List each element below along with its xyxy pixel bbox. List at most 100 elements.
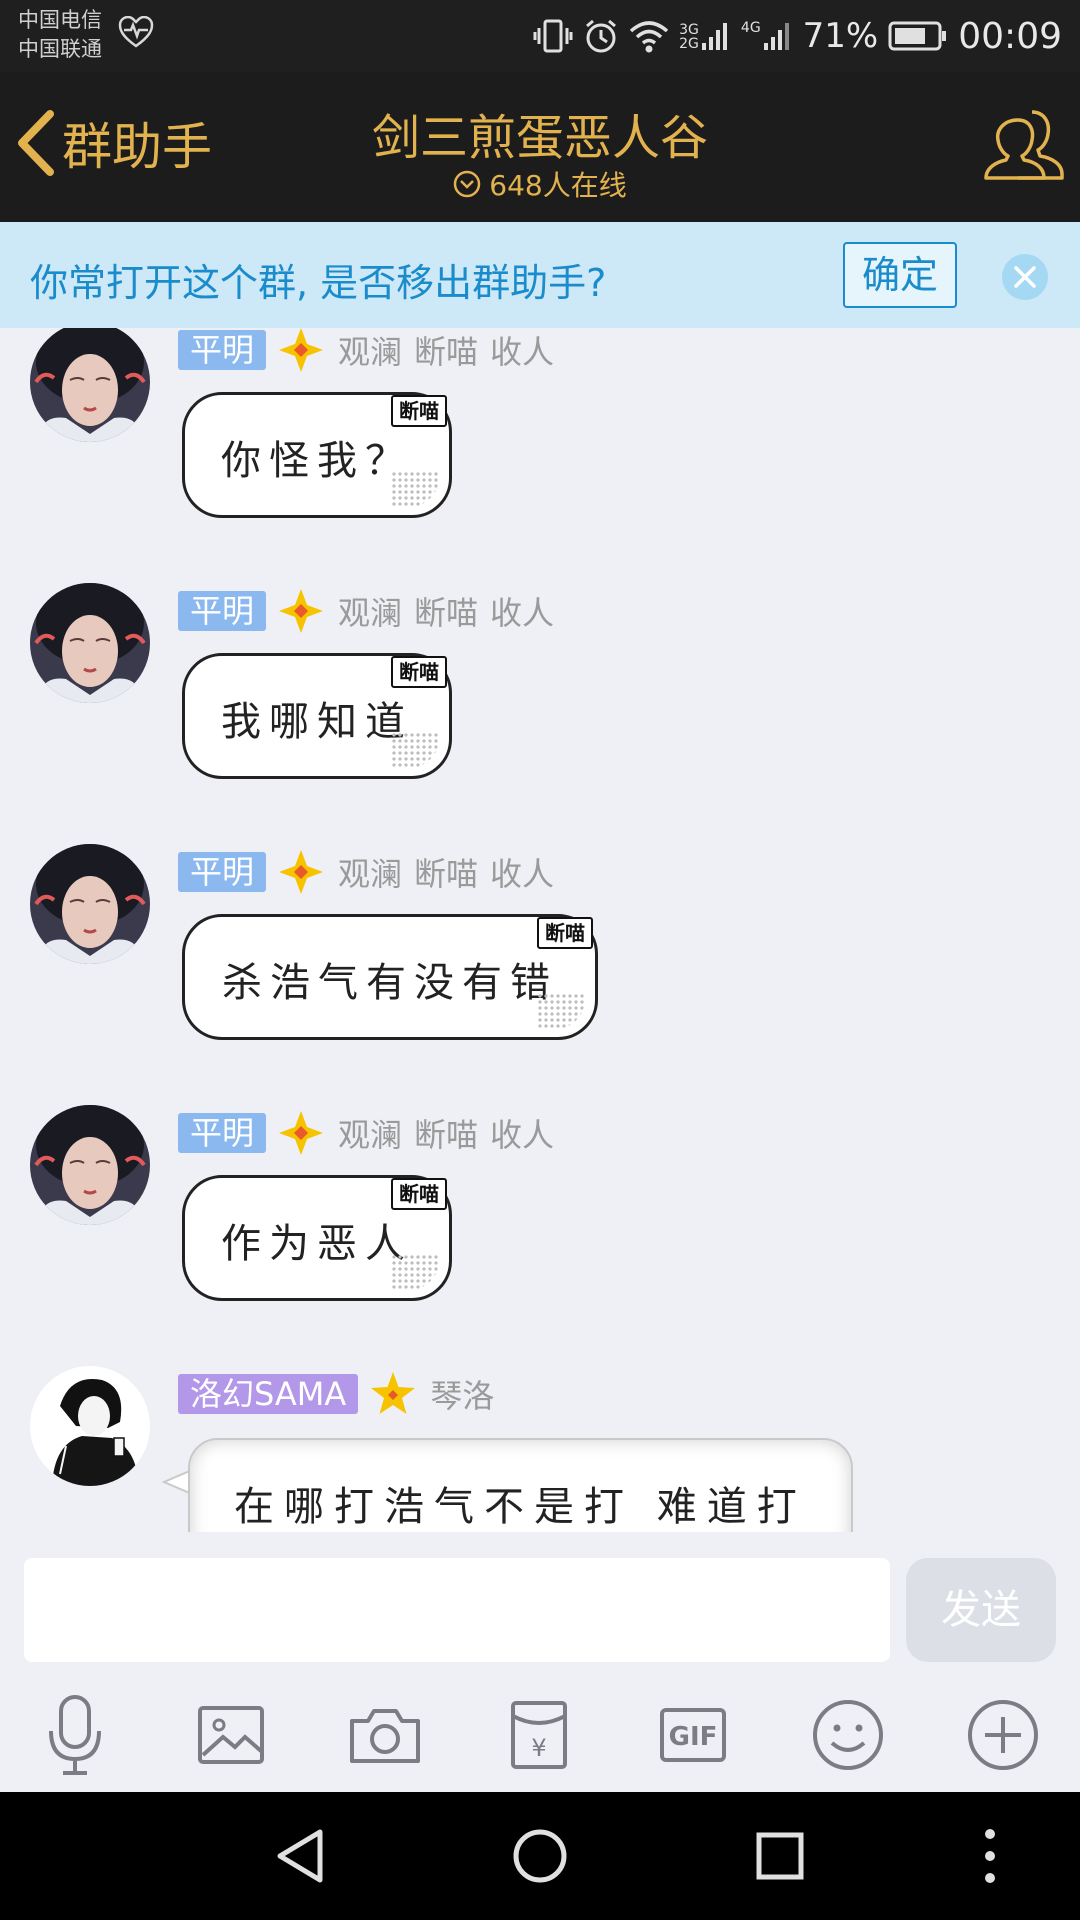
avatar[interactable]: [30, 583, 150, 703]
message-text: 杀浩气有没有错: [222, 960, 558, 1006]
signal-bars-icon: [763, 23, 789, 50]
message-input[interactable]: [24, 1558, 890, 1662]
member-title-badge: 平明: [178, 1113, 267, 1153]
group-members-icon: [984, 110, 1064, 180]
avatar-image: [30, 844, 150, 964]
member-tag: 观澜: [338, 855, 403, 893]
more-vertical-icon: [985, 1829, 995, 1883]
sender-meta: 平明 观澜 断喵 收人: [178, 328, 554, 372]
yen-symbol: ¥: [531, 1734, 546, 1762]
nav-back-button[interactable]: [270, 1826, 330, 1886]
bubble-badge: 断喵: [391, 1178, 447, 1210]
smiley-icon: [813, 1700, 883, 1770]
camera-icon: [350, 1709, 420, 1763]
status-icons: 3G 2G 4G 71% 00:09: [533, 12, 1062, 60]
gif-icon: GIF: [660, 1708, 726, 1762]
member-tag: 断喵: [414, 333, 479, 371]
net-4g-label: 4G: [740, 20, 761, 36]
red-packet-button[interactable]: ¥: [494, 1690, 584, 1780]
bubble-badge: 断喵: [391, 395, 447, 427]
sender-meta: 平明 观澜 断喵 收人: [178, 1111, 554, 1155]
sender-meta: 平明 观澜 断喵 收人: [178, 850, 554, 894]
plus-circle-icon: [968, 1700, 1038, 1770]
star-medal-icon: [279, 1111, 324, 1155]
message-bubble[interactable]: 作为恶人 断喵: [182, 1175, 452, 1301]
carrier-name-1: 中国电信: [18, 8, 102, 32]
chevron-down-circle-icon: [454, 170, 481, 198]
star-medal-icon: [279, 850, 324, 894]
message-list[interactable]: 平明 观澜 断喵 收人 你怪我？ 断喵 平明 观澜 断喵 收人 我哪知道 断喵 …: [0, 328, 1080, 1532]
nav-home-button[interactable]: [510, 1826, 570, 1886]
gif-label: GIF: [669, 1722, 718, 1752]
member-tag: 断喵: [414, 594, 479, 632]
sender-meta: 洛幻SAMA 琴洛: [178, 1372, 494, 1416]
input-bar: 发送 ¥ GIF: [0, 1532, 1080, 1792]
member-title-badge: 洛幻SAMA: [178, 1374, 359, 1414]
red-packet-icon: ¥: [511, 1701, 567, 1769]
wifi-icon: [629, 21, 669, 53]
avatar-image: [30, 1366, 150, 1486]
notice-close-button[interactable]: [1002, 254, 1048, 300]
avatar[interactable]: [30, 844, 150, 964]
member-tag: 收人: [490, 1116, 555, 1154]
circle-home-icon: [513, 1829, 567, 1883]
image-icon: [198, 1706, 264, 1764]
avatar[interactable]: [30, 1366, 150, 1486]
bubble-badge: 断喵: [391, 656, 447, 688]
signal-bars-icon: [701, 23, 727, 50]
avatar[interactable]: [30, 1105, 150, 1225]
microphone-icon: [49, 1695, 101, 1775]
bubble-badge: 断喵: [537, 917, 593, 949]
alarm-icon: [586, 19, 617, 53]
image-button[interactable]: [186, 1690, 276, 1780]
message-bubble[interactable]: 你怪我？ 断喵: [182, 392, 452, 518]
member-tag: 断喵: [414, 855, 479, 893]
navigation-bar: [0, 1792, 1080, 1920]
member-tag: 观澜: [338, 333, 403, 371]
carrier-info: 中国电信 中国联通: [18, 6, 102, 64]
gif-button[interactable]: GIF: [648, 1690, 738, 1780]
avatar-image: [30, 583, 150, 703]
message-bubble[interactable]: 杀浩气有没有错 断喵: [182, 914, 598, 1040]
avatar-image: [30, 328, 150, 442]
member-tag: 收人: [490, 333, 555, 371]
member-title-badge: 平明: [178, 591, 267, 631]
clock: 00:09: [958, 15, 1062, 57]
net-2g-label: 2G: [679, 36, 699, 52]
status-bar: 中国电信 中国联通 3G 2G 4G 71% 00:09: [0, 0, 1080, 72]
toolbar: ¥ GIF: [0, 1690, 1080, 1780]
group-members-button[interactable]: [982, 102, 1066, 190]
message-bubble[interactable]: 我哪知道 断喵: [182, 653, 452, 779]
net-3g-label: 3G: [679, 22, 699, 38]
star-medal-icon: [279, 328, 324, 372]
carrier-name-2: 中国联通: [18, 37, 102, 61]
message-bubble[interactable]: 在哪打浩气不是打 难道打: [188, 1438, 853, 1532]
signal-4g-indicator: 4G: [741, 21, 793, 51]
close-icon: [1014, 266, 1036, 288]
group-title: 剑三煎蛋恶人谷: [371, 110, 708, 166]
star-medal-icon: [371, 1372, 416, 1414]
member-tag: 断喵: [414, 1116, 479, 1154]
avatar-image: [30, 1105, 150, 1225]
signal-3g-indicator: 3G 2G: [679, 21, 731, 51]
camera-button[interactable]: [340, 1690, 430, 1780]
message-text: 在哪打浩气不是打 难道打: [234, 1484, 807, 1530]
vibrate-icon: [533, 19, 573, 53]
online-count[interactable]: 648人在线: [0, 164, 1080, 204]
emoji-button[interactable]: [803, 1690, 893, 1780]
member-title-badge: 平明: [178, 852, 267, 892]
nav-recents-button[interactable]: [750, 1826, 810, 1886]
confirm-button[interactable]: 确定: [843, 242, 957, 308]
member-tag: 收人: [490, 594, 555, 632]
chat-header: 群助手 剑三煎蛋恶人谷 648人在线: [0, 72, 1080, 222]
notice-banner: 你常打开这个群, 是否移出群助手? 确定: [0, 222, 1080, 328]
member-tag: 收人: [490, 855, 555, 893]
nav-menu-button[interactable]: [960, 1826, 1020, 1886]
online-count-label: 648人在线: [489, 169, 627, 202]
square-recents-icon: [756, 1832, 804, 1880]
voice-button[interactable]: [30, 1690, 120, 1780]
more-button[interactable]: [958, 1690, 1048, 1780]
battery-percent: 71%: [802, 16, 879, 56]
avatar[interactable]: [30, 328, 150, 442]
send-button[interactable]: 发送: [906, 1558, 1056, 1662]
